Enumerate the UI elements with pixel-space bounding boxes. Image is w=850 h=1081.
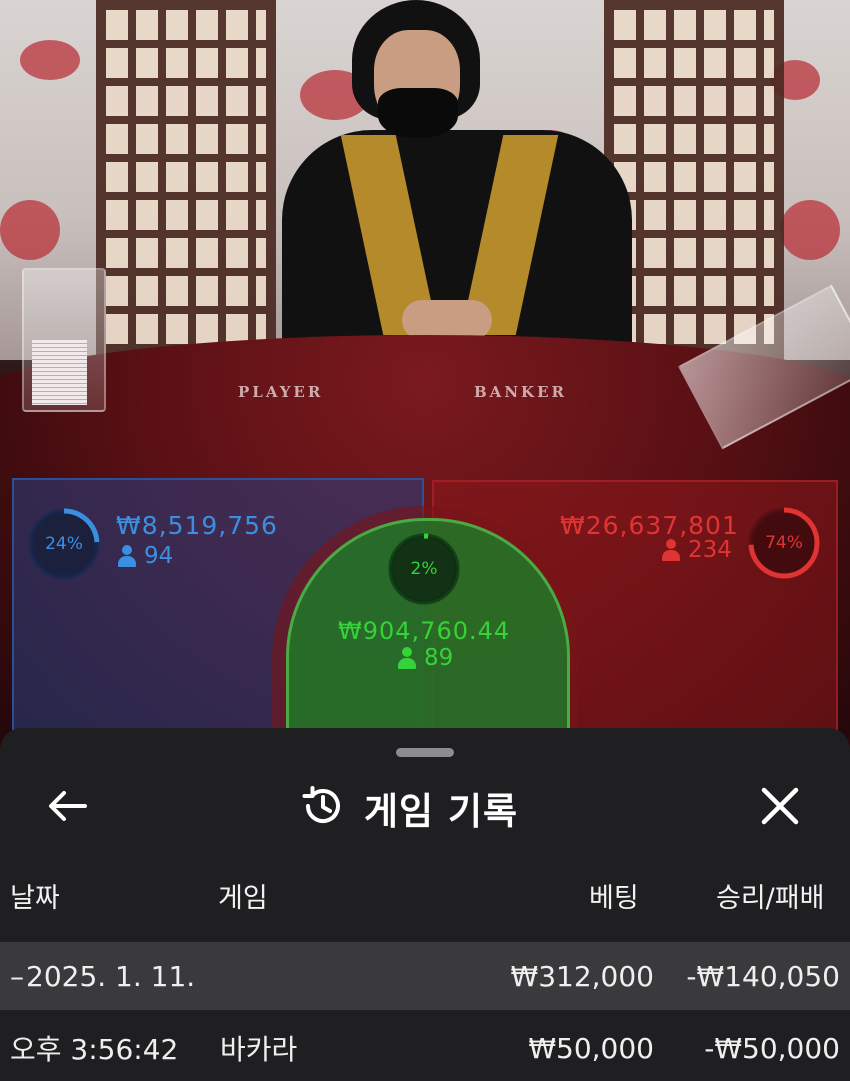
tie-percent-ring: 2%: [386, 531, 462, 607]
banker-bettor-count: 234: [662, 537, 732, 563]
banker-percent: 74%: [765, 533, 803, 553]
column-header-bet: 베팅: [589, 883, 639, 914]
tie-bettor-count: 89: [398, 645, 453, 671]
game-history-sheet: 게임 기록 날짜 게임 베팅 승리/패배 – 2025. 1. 11. ₩312…: [0, 728, 850, 1081]
player-percent: 24%: [45, 534, 83, 554]
column-header-game: 게임: [218, 883, 268, 914]
card-shoe: [22, 268, 106, 412]
person-icon: [398, 647, 416, 669]
row-game: 바카라: [220, 1033, 298, 1066]
player-percent-ring: 24%: [26, 506, 102, 582]
drag-handle[interactable]: [396, 748, 454, 757]
player-bettor-number: 94: [144, 543, 174, 569]
sheet-title-group: 게임 기록: [300, 780, 518, 836]
collapse-toggle[interactable]: –: [10, 960, 24, 993]
felt-label-player: PLAYER: [238, 383, 324, 401]
tie-percent: 2%: [410, 559, 438, 579]
banker-bettor-number: 234: [688, 537, 732, 563]
dealer: [282, 0, 632, 360]
close-icon: [760, 786, 800, 830]
column-header-date: 날짜: [10, 883, 60, 914]
sheet-header: 게임 기록: [0, 768, 850, 848]
date-group-row[interactable]: – 2025. 1. 11. ₩312,000 -₩140,050: [0, 942, 850, 1010]
date-group-date: 2025. 1. 11.: [26, 959, 196, 993]
back-button[interactable]: [40, 784, 94, 832]
person-icon: [662, 539, 680, 561]
column-header-result: 승리/패배: [716, 883, 825, 914]
banker-bet-amount: ₩26,637,801: [560, 511, 739, 540]
player-bet-amount: ₩8,519,756: [116, 511, 278, 540]
felt-label-banker: BANKER: [474, 383, 567, 401]
sheet-title: 게임 기록: [364, 790, 519, 833]
row-time: 오후 3:56:42: [10, 1033, 179, 1066]
tie-bettor-number: 89: [424, 645, 454, 671]
row-bet: ₩50,000: [528, 1031, 654, 1065]
table-row[interactable]: 오후 3:56:42 바카라 ₩50,000 -₩50,000: [0, 1014, 850, 1081]
date-group-result-total: -₩140,050: [686, 959, 840, 993]
person-icon: [118, 545, 136, 567]
row-result: -₩50,000: [704, 1031, 840, 1065]
history-icon: [300, 783, 346, 833]
arrow-left-icon: [47, 790, 87, 826]
date-group-bet-total: ₩312,000: [510, 959, 654, 993]
close-button[interactable]: [752, 782, 808, 834]
player-bettor-count: 94: [118, 543, 173, 569]
lattice-screen-left: [96, 0, 276, 360]
banker-percent-ring: 74%: [746, 505, 822, 581]
date-group-toggle[interactable]: – 2025. 1. 11.: [10, 942, 195, 1010]
tie-bet-amount: ₩904,760.44: [338, 617, 511, 645]
